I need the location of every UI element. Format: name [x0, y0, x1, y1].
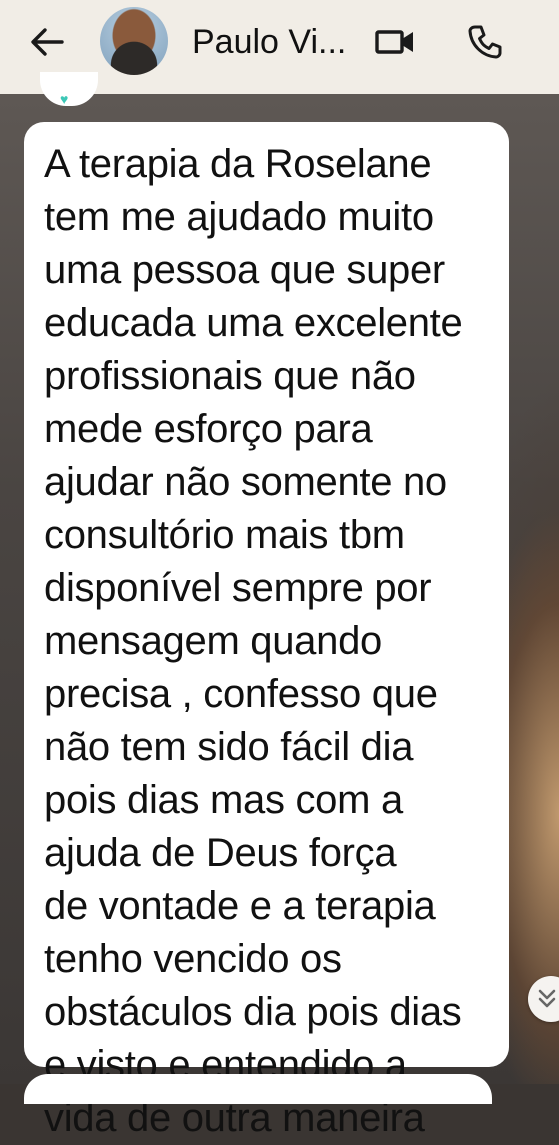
- message-line: tenho vencido os: [44, 937, 342, 981]
- message-line: pois dias mas com a: [44, 778, 403, 822]
- voice-call-button[interactable]: [462, 20, 508, 64]
- message-line: mede esforço para: [44, 407, 373, 451]
- back-button[interactable]: [22, 22, 72, 62]
- video-camera-icon: [375, 30, 413, 54]
- message-line: tem me ajudado muito: [44, 195, 434, 239]
- message-bubble[interactable]: A terapia da Roselane tem me ajudado mui…: [24, 122, 509, 1140]
- chevron-double-down-icon: [538, 989, 556, 1008]
- video-call-button[interactable]: [372, 22, 418, 62]
- arrow-left-icon: [31, 28, 64, 56]
- message-line: profissionais que não: [44, 354, 416, 398]
- message-line: mensagem quando: [44, 619, 382, 663]
- emoji-icon: ♥: [60, 91, 69, 107]
- phone-icon: [468, 25, 502, 59]
- contact-name[interactable]: Paulo Vi...: [192, 20, 346, 64]
- message-line: precisa , confesso que: [44, 672, 438, 716]
- message-line: consultório mais tbm: [44, 513, 405, 557]
- message-line: ajuda de Deus força: [44, 831, 397, 875]
- message-line: disponível sempre por: [44, 566, 432, 610]
- message-line: de vontade e a terapia: [44, 884, 436, 928]
- message-line: A terapia da Roselane: [44, 142, 432, 186]
- message-line: ajudar não somente no: [44, 460, 447, 504]
- next-message-bubble: [24, 1074, 492, 1104]
- message-line: não tem sido fácil dia: [44, 725, 414, 769]
- message-line: obstáculos dia pois dias: [44, 990, 462, 1034]
- avatar[interactable]: [100, 7, 168, 75]
- message-text: A terapia da Roselane tem me ajudado mui…: [44, 138, 499, 1145]
- message-line: educada uma excelente: [44, 301, 463, 345]
- message-line: uma pessoa que super: [44, 248, 445, 292]
